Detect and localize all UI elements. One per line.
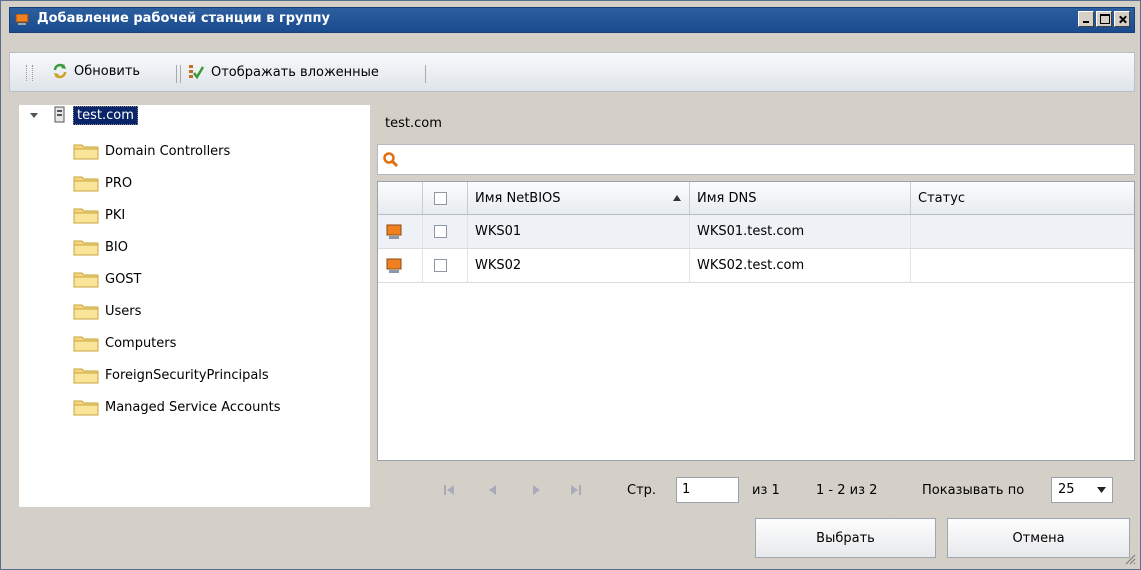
page-number-input[interactable]: 1: [676, 477, 739, 503]
dns-cell: WKS01.test.com: [690, 215, 911, 248]
status-header-label: Статус: [918, 190, 966, 206]
tree-item[interactable]: Computers: [73, 334, 176, 352]
folder-icon: [73, 400, 99, 416]
workstation-icon: [386, 258, 402, 273]
folder-icon: [73, 272, 99, 288]
maximize-icon[interactable]: [1096, 11, 1112, 27]
netbios-cell: WKS01: [468, 215, 690, 248]
toolbar-separator: [425, 65, 426, 83]
netbios-cell: WKS02: [468, 249, 690, 282]
page-size-select[interactable]: 25: [1051, 477, 1113, 503]
folder-icon: [73, 336, 99, 352]
select-all-checkbox[interactable]: [434, 191, 447, 205]
tree-item[interactable]: GOST: [73, 270, 142, 288]
grid-header: Имя NetBIOS Имя DNS Статус: [378, 182, 1134, 215]
collapse-arrow-icon[interactable]: [29, 110, 39, 120]
show-nested-toggle[interactable]: Отображать вложенные: [187, 63, 379, 81]
row-select-cell: [423, 249, 468, 282]
tree-panel: [19, 105, 370, 507]
page-size-label: Показывать по: [922, 483, 1025, 498]
pager: Стр. 1 из 1 1 - 2 из 2 Показывать по 25: [377, 463, 1135, 503]
panel-title: test.com: [385, 116, 442, 131]
folder-icon: [73, 176, 99, 192]
icon-column-header: [378, 182, 423, 214]
toolbar-grip: [26, 65, 33, 81]
search-field[interactable]: [377, 144, 1135, 175]
folder-icon: [73, 368, 99, 384]
title-bar[interactable]: Добавление рабочей станции в группу: [9, 7, 1135, 33]
record-range: 1 - 2 из 2: [816, 483, 878, 498]
toolbar-separator: [176, 65, 177, 83]
tree-item[interactable]: ForeignSecurityPrincipals: [73, 366, 269, 384]
tree-item-label: BIO: [105, 239, 128, 255]
toolbar: Обновить Отображать вложенные: [9, 52, 1135, 92]
refresh-button[interactable]: Обновить: [52, 63, 140, 79]
tree-item[interactable]: Users: [73, 302, 141, 320]
tree-root-label: test.com: [73, 105, 138, 125]
select-button[interactable]: Выбрать: [755, 518, 936, 558]
folder-icon: [73, 240, 99, 256]
dns-cell: WKS02.test.com: [690, 249, 911, 282]
dns-header-label: Имя DNS: [697, 190, 757, 206]
prev-page-icon[interactable]: [486, 483, 500, 497]
tree-item[interactable]: Domain Controllers: [73, 142, 230, 160]
folder-icon: [73, 144, 99, 160]
page-size-value: 25: [1058, 482, 1075, 497]
resize-grip-icon[interactable]: [1124, 553, 1136, 565]
workstation-icon: [386, 224, 402, 239]
netbios-header-label: Имя NetBIOS: [475, 190, 561, 206]
select-all-header: [423, 182, 468, 214]
row-icon-cell: [378, 215, 423, 248]
status-column-header[interactable]: Статус: [911, 182, 1134, 214]
tree-root[interactable]: test.com: [29, 105, 138, 125]
folder-icon: [73, 208, 99, 224]
folder-icon: [73, 304, 99, 320]
row-icon-cell: [378, 249, 423, 282]
chevron-down-icon: [1097, 487, 1106, 493]
show-nested-label: Отображать вложенные: [211, 64, 379, 80]
row-checkbox[interactable]: [434, 259, 447, 272]
dialog-window: Добавление рабочей станции в группу Обно…: [0, 0, 1141, 570]
tree-item[interactable]: PKI: [73, 206, 125, 224]
page-label: Стр.: [627, 483, 657, 498]
tree-item-label: ForeignSecurityPrincipals: [105, 367, 269, 383]
toolbar-separator: [180, 65, 181, 83]
netbios-column-header[interactable]: Имя NetBIOS: [468, 182, 690, 214]
tree-item-label: Computers: [105, 335, 177, 351]
tree-item[interactable]: BIO: [73, 238, 128, 256]
row-checkbox[interactable]: [434, 225, 447, 238]
tree-item[interactable]: Managed Service Accounts: [73, 398, 280, 416]
first-page-icon[interactable]: [442, 483, 456, 497]
tree-item[interactable]: PRO: [73, 174, 132, 192]
search-icon: [383, 152, 399, 168]
close-icon[interactable]: [1114, 11, 1130, 27]
nested-tree-icon: [189, 65, 205, 80]
window-title: Добавление рабочей станции в группу: [37, 11, 330, 26]
workstation-icon: [15, 14, 29, 25]
status-cell: [911, 215, 1134, 248]
row-select-cell: [423, 215, 468, 248]
workstation-grid: Имя NetBIOS Имя DNS Статус WKS01 WKS01.te…: [377, 181, 1135, 461]
domain-server-icon: [54, 106, 65, 123]
last-page-icon[interactable]: [569, 483, 583, 497]
refresh-label: Обновить: [74, 63, 141, 79]
tree-item-label: PKI: [105, 207, 126, 223]
next-page-icon[interactable]: [529, 483, 543, 497]
table-row[interactable]: WKS02 WKS02.test.com: [378, 249, 1134, 283]
refresh-icon: [53, 63, 67, 79]
dns-column-header[interactable]: Имя DNS: [690, 182, 911, 214]
cancel-button[interactable]: Отмена: [947, 518, 1130, 558]
minimize-icon[interactable]: [1078, 11, 1094, 27]
sort-ascending-icon: [673, 195, 681, 201]
tree-item-label: GOST: [105, 271, 142, 287]
tree-item-label: Domain Controllers: [105, 143, 231, 159]
tree-item-label: Users: [105, 303, 142, 319]
tree-item-label: Managed Service Accounts: [105, 399, 281, 415]
page-total: из 1: [752, 483, 780, 498]
tree-item-label: PRO: [105, 175, 133, 191]
status-cell: [911, 249, 1134, 282]
table-row[interactable]: WKS01 WKS01.test.com: [378, 215, 1134, 249]
